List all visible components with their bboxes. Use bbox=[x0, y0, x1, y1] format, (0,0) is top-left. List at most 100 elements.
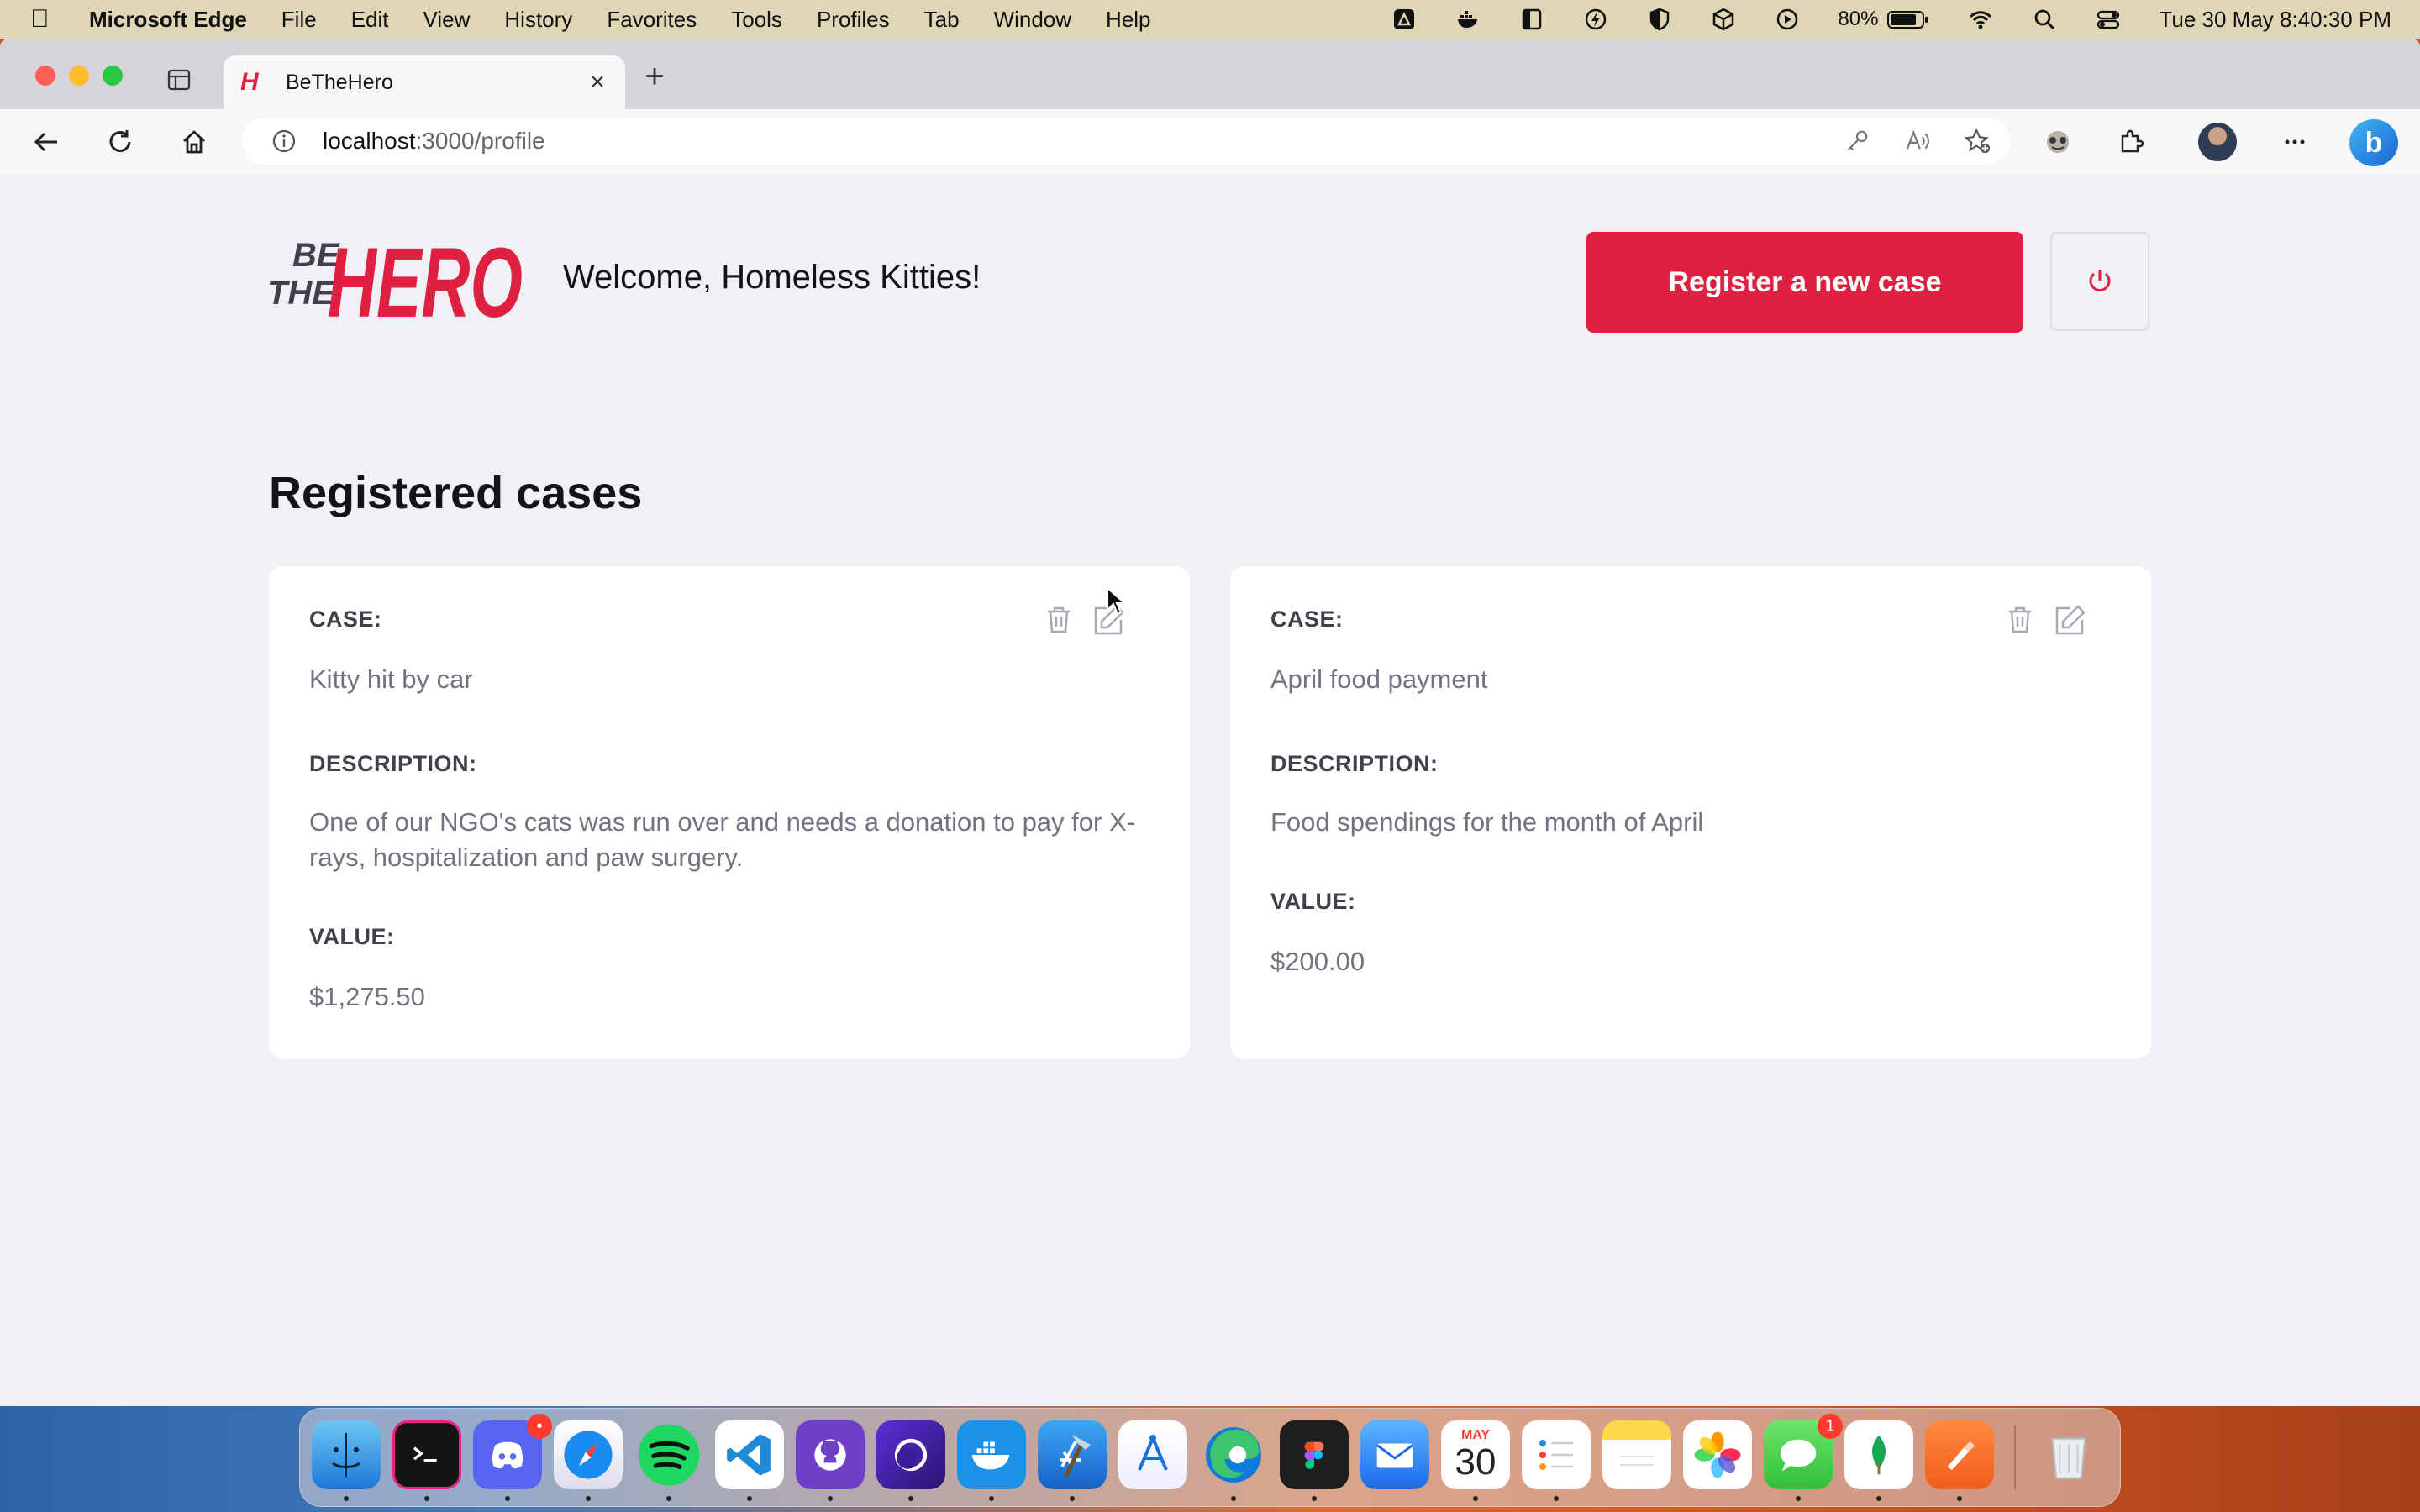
delete-trash-icon[interactable] bbox=[2003, 603, 2037, 637]
site-info-icon[interactable] bbox=[271, 128, 297, 155]
case-description: One of our NGO's cats was run over and n… bbox=[309, 807, 1135, 872]
menu-tab[interactable]: Tab bbox=[924, 7, 960, 33]
menu-help[interactable]: Help bbox=[1106, 7, 1150, 33]
instruments-icon[interactable] bbox=[1118, 1420, 1187, 1489]
extension-masks-icon[interactable] bbox=[2042, 126, 2074, 158]
url-text[interactable]: localhost:3000/profile bbox=[323, 128, 545, 155]
spotify-icon[interactable] bbox=[634, 1420, 703, 1489]
url-host: localhost bbox=[323, 128, 416, 154]
description-label: DESCRIPTION: bbox=[1270, 751, 1439, 776]
orbit-app-icon[interactable] bbox=[876, 1420, 945, 1489]
case-label: CASE: bbox=[1270, 606, 1344, 632]
reminders-icon[interactable] bbox=[1522, 1420, 1591, 1489]
running-indicator bbox=[1070, 1496, 1075, 1501]
address-bar[interactable]: localhost:3000/profile bbox=[242, 118, 2010, 165]
value-label: VALUE: bbox=[1270, 889, 1356, 914]
running-indicator bbox=[424, 1496, 429, 1501]
more-options-icon[interactable] bbox=[2279, 126, 2311, 158]
logout-button[interactable] bbox=[2050, 232, 2149, 331]
wifi-icon[interactable] bbox=[1967, 6, 1994, 33]
menu-tools[interactable]: Tools bbox=[731, 7, 782, 33]
running-indicator bbox=[586, 1496, 591, 1501]
notes-icon[interactable] bbox=[1602, 1420, 1671, 1489]
case-value: $1,275.50 bbox=[309, 982, 425, 1011]
postman-icon[interactable] bbox=[1925, 1420, 1994, 1489]
figma-icon[interactable] bbox=[1280, 1420, 1349, 1489]
tab-close-icon[interactable]: × bbox=[585, 68, 610, 97]
case-description: Food spendings for the month of April bbox=[1270, 807, 1704, 837]
running-indicator bbox=[666, 1496, 671, 1501]
menubar-clock[interactable]: Tue 30 May 8:40:30 PM bbox=[2159, 7, 2391, 33]
github-desktop-icon[interactable] bbox=[796, 1420, 865, 1489]
menu-favorites[interactable]: Favorites bbox=[607, 7, 697, 33]
case-card: CASE: Kitty hit by car DESCRIPTION: One … bbox=[269, 566, 1190, 1058]
running-indicator bbox=[1473, 1496, 1478, 1501]
browser-tab-active[interactable]: H BeTheHero × bbox=[224, 55, 625, 109]
edit-pencil-icon[interactable] bbox=[2052, 603, 2087, 638]
energy-icon[interactable] bbox=[1582, 6, 1609, 33]
spotlight-search-icon[interactable] bbox=[2031, 6, 2058, 33]
running-indicator bbox=[747, 1496, 752, 1501]
menu-edit[interactable]: Edit bbox=[351, 7, 389, 33]
drive-icon[interactable] bbox=[1391, 6, 1418, 33]
xcode-icon[interactable] bbox=[1038, 1420, 1107, 1489]
reload-icon[interactable] bbox=[104, 126, 136, 158]
tab-actions-icon[interactable] bbox=[166, 67, 192, 92]
web-page: BE THE HERO Welcome, Homeless Kitties! R… bbox=[0, 173, 2420, 1406]
sidebar-icon[interactable] bbox=[1518, 6, 1545, 33]
tab-bar: H BeTheHero × + bbox=[0, 39, 2420, 109]
dock-separator bbox=[2014, 1425, 2016, 1489]
back-icon[interactable] bbox=[30, 126, 62, 158]
terminal-icon[interactable] bbox=[392, 1420, 461, 1489]
svg-text:HERO: HERO bbox=[328, 228, 523, 328]
running-indicator bbox=[1957, 1496, 1962, 1501]
bing-copilot-icon[interactable]: b bbox=[2349, 119, 2398, 166]
password-key-icon[interactable] bbox=[1842, 126, 1872, 156]
menu-view[interactable]: View bbox=[424, 7, 471, 33]
profile-avatar[interactable] bbox=[2198, 123, 2237, 161]
calendar-icon[interactable]: MAY 30 bbox=[1441, 1420, 1510, 1489]
shield-icon[interactable] bbox=[1646, 6, 1673, 33]
finder-icon[interactable] bbox=[312, 1420, 381, 1489]
photos-icon[interactable] bbox=[1683, 1420, 1752, 1489]
close-window-button[interactable] bbox=[35, 66, 55, 86]
running-indicator bbox=[1876, 1496, 1881, 1501]
description-label: DESCRIPTION: bbox=[309, 751, 477, 776]
add-favorite-icon[interactable] bbox=[1963, 126, 1993, 156]
running-indicator bbox=[1554, 1496, 1559, 1501]
control-center-icon[interactable] bbox=[2095, 6, 2122, 33]
running-indicator bbox=[1312, 1496, 1317, 1501]
new-tab-icon[interactable]: + bbox=[640, 60, 669, 93]
mongodb-compass-icon[interactable] bbox=[1844, 1420, 1913, 1489]
menu-profiles[interactable]: Profiles bbox=[817, 7, 890, 33]
menu-window[interactable]: Window bbox=[994, 7, 1071, 33]
menu-history[interactable]: History bbox=[504, 7, 572, 33]
extensions-icon[interactable] bbox=[2116, 126, 2148, 158]
trash-bin-icon[interactable] bbox=[2034, 1420, 2103, 1489]
battery-icon[interactable] bbox=[1886, 6, 1930, 33]
running-indicator bbox=[828, 1496, 833, 1501]
play-icon[interactable] bbox=[1774, 6, 1801, 33]
delete-trash-icon[interactable] bbox=[1042, 603, 1076, 637]
apple-menu-icon[interactable]:  bbox=[30, 5, 60, 34]
home-icon[interactable] bbox=[178, 126, 210, 158]
docker-desktop-icon[interactable] bbox=[957, 1420, 1026, 1489]
fullscreen-window-button[interactable] bbox=[103, 66, 123, 86]
menu-file[interactable]: File bbox=[281, 7, 317, 33]
register-new-case-button[interactable]: Register a new case bbox=[1586, 232, 2023, 333]
browser-toolbar: localhost:3000/profile b bbox=[0, 109, 2420, 174]
menu-app-name[interactable]: Microsoft Edge bbox=[89, 7, 247, 33]
safari-icon[interactable] bbox=[554, 1420, 623, 1489]
mail-icon[interactable] bbox=[1360, 1420, 1429, 1489]
minimize-window-button[interactable] bbox=[69, 66, 89, 86]
case-card: CASE: April food payment DESCRIPTION: Fo… bbox=[1230, 566, 2151, 1058]
read-aloud-icon[interactable] bbox=[1902, 126, 1933, 156]
box-icon[interactable] bbox=[1710, 6, 1737, 33]
vscode-icon[interactable] bbox=[715, 1420, 784, 1489]
edge-browser-icon[interactable] bbox=[1199, 1420, 1268, 1489]
menu-bar:  Microsoft Edge File Edit View History … bbox=[0, 0, 2420, 39]
docker-icon[interactable] bbox=[1455, 6, 1481, 33]
be-the-hero-logo: BE THE HERO bbox=[267, 228, 523, 328]
running-indicator bbox=[1796, 1496, 1801, 1501]
case-label: CASE: bbox=[309, 606, 382, 632]
